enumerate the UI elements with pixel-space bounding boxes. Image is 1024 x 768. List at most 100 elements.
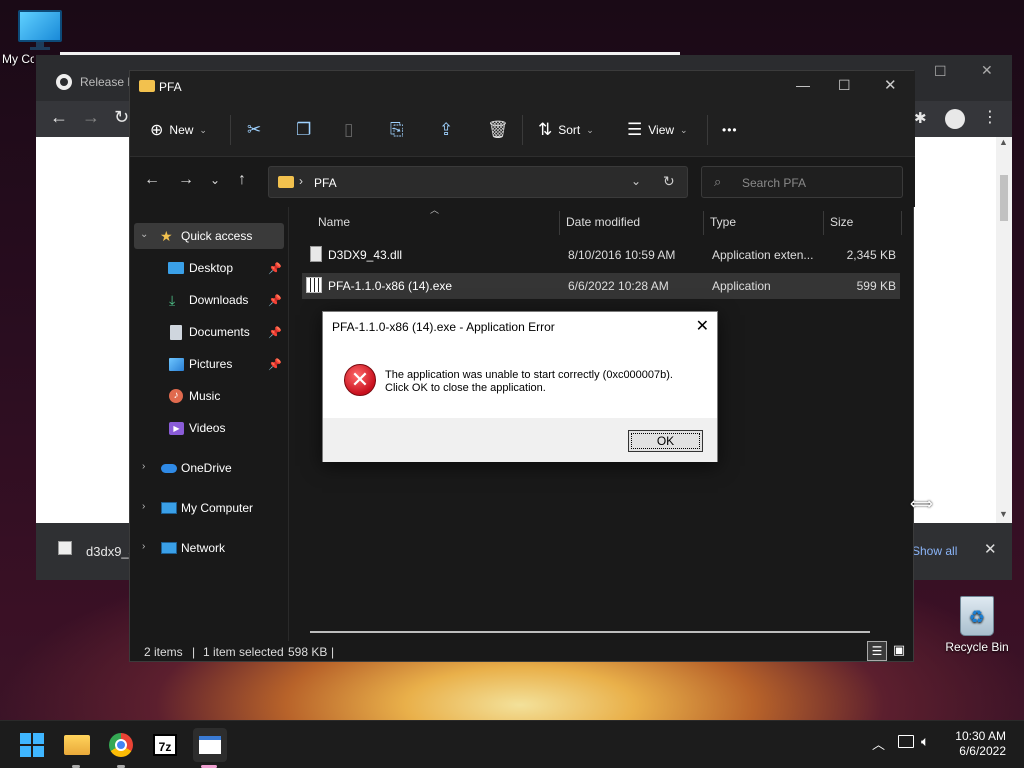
maximize-icon[interactable]: ☐ [838, 77, 851, 94]
close-download-bar-icon[interactable]: ✕ [984, 540, 997, 558]
dll-file-icon [310, 246, 322, 262]
dialog-message-line: Click OK to close the application. [385, 382, 546, 394]
reload-icon[interactable]: ↻ [114, 107, 129, 128]
close-icon[interactable]: ✕ [981, 62, 993, 79]
nav-item-pictures[interactable]: Pictures 📌 [134, 351, 284, 377]
trash-icon: 🗑 [487, 120, 509, 139]
file-explorer-icon [64, 735, 90, 755]
address-bar[interactable]: › PFA ⌄ ↻ [268, 166, 688, 198]
refresh-icon[interactable]: ↻ [663, 173, 675, 190]
chevron-down-icon: ⌄ [680, 124, 688, 135]
chrome-tab-title: Release P [80, 75, 136, 89]
details-view-icon[interactable]: ☰ [867, 641, 887, 661]
7zip-icon: 7z [153, 734, 177, 756]
rename-icon: ⎘ [390, 120, 404, 139]
forward-icon[interactable]: → [178, 171, 194, 189]
dialog-message-line: The application was unable to start corr… [385, 369, 673, 381]
column-header-date-modified[interactable]: Date modified [566, 215, 640, 229]
close-icon[interactable]: ✕ [884, 76, 897, 94]
window-title: PFA [159, 80, 182, 94]
search-input[interactable]: ⌕ Search PFA [701, 166, 903, 198]
selected-count: 1 item selected [203, 645, 284, 659]
show-hidden-icons-icon[interactable]: ︿ [872, 734, 885, 753]
profile-icon[interactable] [945, 109, 965, 129]
nav-item-onedrive[interactable]: › OneDrive [134, 455, 284, 481]
paste-icon: ▯ [344, 120, 354, 139]
nav-item-desktop[interactable]: Desktop 📌 [134, 255, 284, 281]
nav-quick-access[interactable]: ⌄ ★ Quick access [134, 223, 284, 249]
file-row[interactable]: D3DX9_43.dll 8/10/2016 10:59 AM Applicat… [302, 242, 900, 268]
chevron-down-icon: ⌄ [586, 124, 594, 135]
extensions-icon[interactable]: ✱ [914, 109, 927, 127]
close-icon[interactable]: ✕ [696, 316, 709, 336]
pane-divider[interactable] [288, 207, 289, 641]
ok-button[interactable]: OK [628, 430, 703, 452]
scroll-down-icon[interactable]: ▼ [999, 509, 1008, 519]
nav-item-downloads[interactable]: ⤓ Downloads 📌 [134, 287, 284, 313]
view-button[interactable]: ☰ View ⌄ [627, 117, 688, 143]
volume-icon[interactable]: 🔈︎ [921, 733, 929, 750]
command-bar: ⊕ New ⌄ ✂ ❐ ▯ ⎘ ⇪ 🗑 ⇅ Sort ⌄ ☰ View ⌄ ••… [130, 103, 915, 157]
address-dropdown-icon[interactable]: ⌄ [631, 174, 641, 188]
cut-button[interactable]: ✂ [247, 117, 261, 143]
network-status-icon[interactable] [898, 735, 914, 748]
scissors-icon: ✂ [247, 120, 262, 139]
chrome-icon [109, 733, 133, 757]
file-type: Application [712, 279, 771, 293]
rename-button[interactable]: ⎘ [390, 117, 404, 143]
music-icon: ♪ [169, 389, 183, 403]
folder-icon [139, 80, 155, 92]
pin-icon: 📌 [268, 358, 282, 371]
more-options-button[interactable]: ••• [722, 117, 738, 143]
pictures-icon [169, 357, 184, 371]
nav-label: Documents [189, 325, 250, 339]
scroll-thumb[interactable] [1000, 175, 1008, 221]
taskbar-7zip[interactable]: 7z [150, 730, 180, 760]
nav-label: Quick access [181, 229, 253, 243]
up-icon[interactable]: ↑ [238, 171, 246, 189]
download-filename[interactable]: d3dx9_4 [86, 544, 130, 559]
show-all-link[interactable]: Show all [912, 544, 957, 558]
recycle-bin-icon: ♻ [960, 596, 994, 636]
nav-label: Downloads [189, 293, 249, 307]
nav-label: Desktop [189, 261, 234, 275]
sort-button[interactable]: ⇅ Sort ⌄ [538, 117, 594, 143]
breadcrumb-item[interactable]: PFA [314, 176, 337, 190]
taskbar-chrome[interactable] [106, 730, 136, 760]
sort-ascending-icon: ︿ [430, 205, 440, 215]
chrome-scrollbar[interactable]: ▲ ▼ [996, 137, 1012, 523]
minimize-icon[interactable]: — [796, 77, 810, 93]
column-header-size[interactable]: Size [830, 215, 853, 229]
taskbar-file-explorer[interactable] [62, 730, 92, 760]
taskbar-app-window[interactable] [193, 728, 227, 762]
scroll-up-icon[interactable]: ▲ [999, 137, 1008, 147]
nav-item-network[interactable]: › Network [134, 535, 284, 561]
column-header-name[interactable]: Name [318, 215, 350, 229]
column-header-type[interactable]: Type [710, 215, 736, 229]
share-button[interactable]: ⇪ [439, 117, 453, 143]
videos-icon: ▶ [169, 421, 184, 435]
maximize-icon[interactable]: ☐ [934, 63, 947, 80]
nav-item-my-computer[interactable]: › My Computer [134, 495, 284, 521]
file-row-selected[interactable]: PFA-1.1.0-x86 (14).exe 6/6/2022 10:28 AM… [302, 273, 900, 299]
forward-icon[interactable]: → [82, 107, 100, 128]
paste-button[interactable]: ▯ [344, 117, 353, 143]
recent-locations-icon[interactable]: ⌄ [210, 173, 220, 187]
menu-icon[interactable]: ⋮ [982, 107, 998, 127]
desktop-icon-recycle-bin[interactable]: ♻ Recycle Bin [940, 596, 1014, 654]
new-button[interactable]: ⊕ New ⌄ [150, 117, 207, 143]
back-icon[interactable]: ← [50, 107, 68, 128]
nav-item-music[interactable]: ♪ Music [134, 383, 284, 409]
dialog-footer: OK [323, 418, 717, 462]
start-button[interactable] [17, 730, 47, 760]
delete-button[interactable]: 🗑 [487, 117, 509, 143]
clock[interactable]: 10:30 AM 6/6/2022 [955, 729, 1006, 759]
horizontal-scrollbar[interactable] [310, 631, 870, 633]
nav-item-videos[interactable]: ▶ Videos [134, 415, 284, 441]
zip-file-icon [58, 541, 72, 555]
copy-button[interactable]: ❐ [296, 117, 311, 143]
back-icon[interactable]: ← [144, 171, 160, 189]
tiles-view-icon[interactable]: ▣ [890, 641, 908, 659]
nav-item-documents[interactable]: Documents 📌 [134, 319, 284, 345]
exe-file-icon [306, 277, 322, 293]
